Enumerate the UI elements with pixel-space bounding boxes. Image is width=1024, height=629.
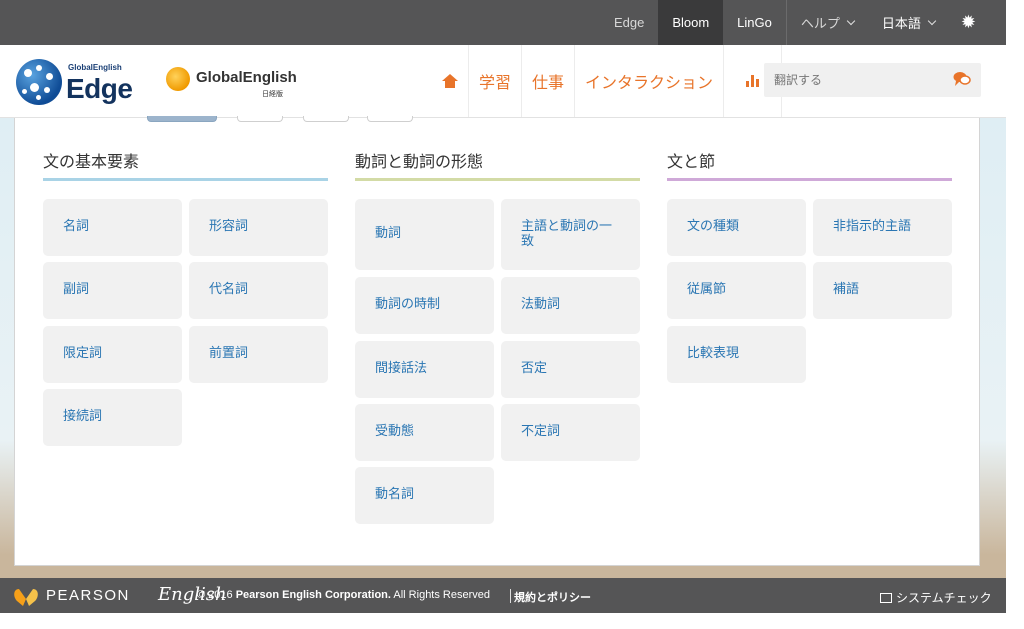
topic-tile[interactable]: 主語と動詞の一致	[501, 199, 640, 270]
product-link-edge[interactable]: Edge	[600, 0, 658, 45]
pearson-wordmark: PEARSON	[46, 587, 130, 604]
column-rule	[355, 178, 640, 181]
topic-tile[interactable]: 動名詞	[355, 467, 494, 524]
topic-tile[interactable]: 前置詞	[189, 326, 328, 383]
logo-ge-text: GlobalEnglish	[196, 69, 297, 86]
grammar-topics-panel: 文の基本要素 名詞 形容詞 副詞 代名詞 限定詞 前置詞 接続詞 動詞と動詞の形…	[14, 116, 980, 566]
topic-tile[interactable]: 動詞の時制	[355, 277, 494, 334]
speech-bubble-icon[interactable]	[953, 71, 971, 87]
topic-tile[interactable]: 非指示的主語	[813, 199, 952, 256]
logo-big-text: Edge	[66, 73, 133, 104]
nav-interaction[interactable]: インタラクション	[575, 45, 725, 117]
bar-chart-icon	[746, 75, 760, 87]
column-title: 動詞と動詞の形態	[355, 152, 484, 171]
divider	[510, 589, 511, 603]
top-bar: Edge Bloom LinGo ヘルプ 日本語 ✹	[0, 0, 1006, 45]
footer: PEARSON English © 2016 Pearson English C…	[0, 578, 1006, 613]
column-title: 文の基本要素	[43, 152, 140, 171]
nav-learn[interactable]: 学習	[469, 45, 523, 117]
chevron-down-icon	[927, 16, 937, 25]
window-bottom-edge	[0, 613, 1006, 629]
topic-tile[interactable]: 法動詞	[501, 277, 640, 334]
column-rule	[667, 178, 952, 181]
copyright: © 2016 Pearson English Corporation. All …	[197, 589, 490, 601]
help-label: ヘルプ	[800, 16, 840, 31]
logo-ge-subtext: 日経版	[262, 90, 283, 98]
topic-tile[interactable]: 不定詞	[501, 404, 640, 461]
main-nav: 学習 仕事 インタラクション	[432, 45, 783, 117]
topic-tile[interactable]: 接続詞	[43, 389, 182, 446]
translate-search	[764, 63, 981, 97]
column-verbs: 動詞と動詞の形態 動詞 主語と動詞の一致 動詞の時制 法動詞 間接話法 否定 受…	[355, 148, 640, 529]
tab-stub[interactable]	[303, 116, 349, 122]
topic-tile[interactable]: 比較表現	[667, 326, 806, 383]
header: GlobalEnglish Edge GlobalEnglish 日経版 学習 …	[0, 45, 1006, 118]
topic-tile[interactable]: 補語	[813, 262, 952, 319]
topic-tile[interactable]: 受動態	[355, 404, 494, 461]
globalenglish-nikkei-logo[interactable]: GlobalEnglish 日経版	[166, 65, 297, 98]
topic-tile[interactable]: 副詞	[43, 262, 182, 319]
gear-icon[interactable]: ✹	[949, 12, 1006, 33]
system-check-link[interactable]: システムチェック	[880, 589, 992, 606]
globalenglish-edge-logo[interactable]: GlobalEnglish Edge	[16, 59, 136, 105]
home-icon	[442, 74, 458, 88]
monitor-icon	[880, 592, 892, 603]
topic-tile[interactable]: 形容詞	[189, 199, 328, 256]
pearson-logo-icon	[14, 589, 38, 606]
topic-tile[interactable]: 否定	[501, 341, 640, 398]
topic-tile[interactable]: 代名詞	[189, 262, 328, 319]
terms-policy-link[interactable]: 規約とポリシー	[514, 589, 591, 605]
topic-tile[interactable]: 名詞	[43, 199, 182, 256]
topic-tile[interactable]: 従属節	[667, 262, 806, 319]
product-link-bloom[interactable]: Bloom	[658, 0, 724, 45]
orange-globe-icon	[166, 67, 190, 91]
tab-stub-active[interactable]	[147, 116, 217, 122]
column-basic-elements: 文の基本要素 名詞 形容詞 副詞 代名詞 限定詞 前置詞 接続詞	[43, 148, 328, 459]
globe-icon	[16, 59, 62, 105]
language-menu[interactable]: 日本語	[868, 0, 949, 45]
window-edge	[1006, 0, 1024, 629]
translate-input[interactable]	[764, 63, 934, 97]
topic-tile[interactable]: 間接話法	[355, 341, 494, 398]
tab-stub[interactable]	[367, 116, 413, 122]
chevron-down-icon	[846, 16, 856, 25]
logo-small-text: GlobalEnglish	[68, 63, 122, 72]
language-label: 日本語	[881, 16, 921, 31]
tab-stub[interactable]	[237, 116, 283, 122]
topic-tile[interactable]: 限定詞	[43, 326, 182, 383]
nav-home[interactable]	[432, 45, 469, 117]
topic-tile[interactable]: 文の種類	[667, 199, 806, 256]
nav-work[interactable]: 仕事	[522, 45, 576, 117]
help-menu[interactable]: ヘルプ	[787, 0, 868, 45]
column-title: 文と節	[667, 152, 716, 171]
topic-tile[interactable]: 動詞	[355, 199, 494, 270]
column-rule	[43, 178, 328, 181]
column-sentences-clauses: 文と節 文の種類 非指示的主語 従属節 補語 比較表現	[667, 148, 952, 399]
tab-stubs	[15, 116, 979, 128]
product-link-lingo[interactable]: LinGo	[723, 0, 786, 45]
